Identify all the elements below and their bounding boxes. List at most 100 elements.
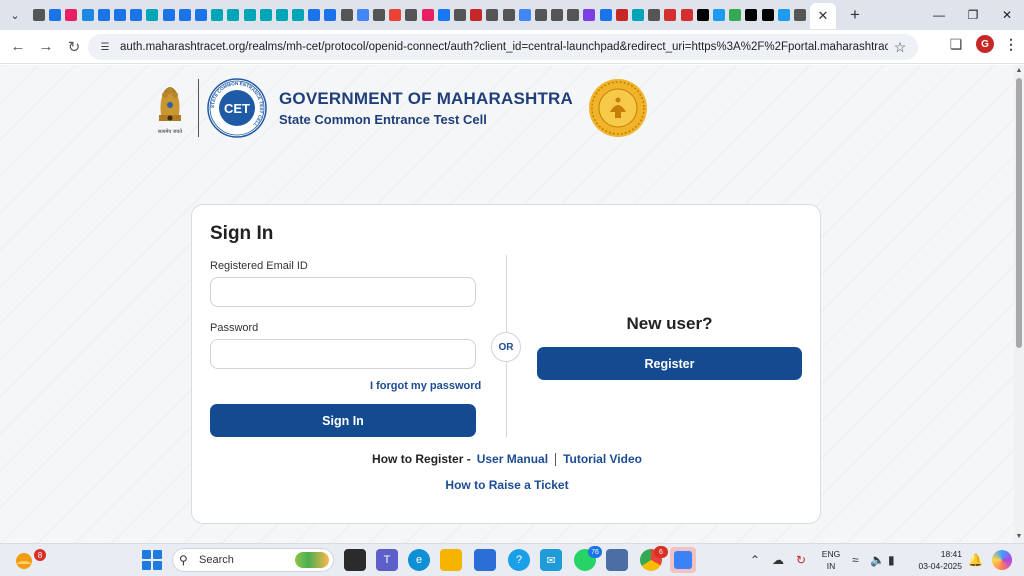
- tab-favicon-icon[interactable]: [47, 0, 63, 30]
- page-scrollbar[interactable]: ▲ ▼: [1014, 65, 1024, 543]
- file-explorer-icon[interactable]: [440, 549, 462, 571]
- tab-favicon-icon[interactable]: [727, 0, 743, 30]
- close-tab-icon[interactable]: ✕: [818, 8, 829, 24]
- raise-ticket-link[interactable]: How to Raise a Ticket: [445, 478, 568, 492]
- battery-icon[interactable]: ▮: [888, 553, 895, 567]
- tab-favicon-icon[interactable]: [743, 0, 759, 30]
- tab-favicon-icon[interactable]: [468, 0, 484, 30]
- tab-favicon-icon[interactable]: [452, 0, 468, 30]
- forgot-password-link[interactable]: I forgot my password: [370, 380, 481, 392]
- tab-favicon-icon[interactable]: [209, 0, 225, 30]
- tab-favicon-icon[interactable]: [533, 0, 549, 30]
- photos-app-icon[interactable]: [670, 547, 696, 573]
- copilot-icon[interactable]: [992, 550, 1012, 570]
- sync-icon[interactable]: ↻: [796, 553, 806, 567]
- mail-app-icon[interactable]: ✉: [540, 549, 562, 571]
- tray-chevron-up-icon[interactable]: ⌃: [750, 553, 760, 567]
- tab-favicon-icon[interactable]: [646, 0, 662, 30]
- tab-favicon-icon[interactable]: [80, 0, 96, 30]
- tab-favicon-icon[interactable]: [565, 0, 581, 30]
- tab-favicon-icon[interactable]: [339, 0, 355, 30]
- tab-favicon-icon[interactable]: [403, 0, 419, 30]
- notepad-icon[interactable]: [606, 549, 628, 571]
- tab-favicon-icon[interactable]: [630, 0, 646, 30]
- reload-icon[interactable]: ↻: [60, 33, 88, 61]
- active-tab[interactable]: ✕: [810, 3, 836, 29]
- windows-start-icon[interactable]: [142, 550, 162, 570]
- teams-icon[interactable]: T: [376, 549, 398, 571]
- profile-avatar[interactable]: G: [976, 35, 994, 53]
- tab-favicon-icon[interactable]: [290, 0, 306, 30]
- signin-button[interactable]: Sign In: [210, 404, 476, 437]
- tab-favicon-icon[interactable]: [371, 0, 387, 30]
- tab-favicon-icon[interactable]: [695, 0, 711, 30]
- tab-favicon-icon[interactable]: [614, 0, 630, 30]
- password-field[interactable]: [210, 339, 476, 369]
- tab-favicon-icon[interactable]: [500, 0, 516, 30]
- tab-favicon-icon[interactable]: [128, 0, 144, 30]
- whatsapp-icon[interactable]: 76: [574, 546, 602, 571]
- back-arrow-icon[interactable]: ←: [4, 33, 32, 61]
- restore-button[interactable]: ❐: [956, 0, 990, 30]
- tab-favicon-icon[interactable]: [598, 0, 614, 30]
- tab-favicon-icon[interactable]: [161, 0, 177, 30]
- tab-favicon-icon[interactable]: [776, 0, 792, 30]
- help-app-icon[interactable]: ?: [508, 549, 530, 571]
- notification-bell-icon[interactable]: 🔔: [968, 553, 983, 567]
- tab-favicon-icon[interactable]: [63, 0, 79, 30]
- language-indicator[interactable]: ENG IN: [818, 548, 844, 572]
- tab-favicon-icon[interactable]: [31, 0, 47, 30]
- user-manual-link[interactable]: User Manual: [477, 452, 548, 466]
- close-window-button[interactable]: ✕: [990, 0, 1024, 30]
- url-text[interactable]: auth.maharashtracet.org/realms/mh-cet/pr…: [120, 41, 888, 53]
- chrome-icon[interactable]: 6: [640, 546, 668, 571]
- tab-favicon-icon[interactable]: [662, 0, 678, 30]
- minimize-button[interactable]: —: [922, 0, 956, 30]
- tab-favicon-icon[interactable]: [581, 0, 597, 30]
- extensions-puzzle-icon[interactable]: ❏: [946, 34, 966, 54]
- tab-favicon-icon[interactable]: [792, 0, 808, 30]
- tab-favicon-icon[interactable]: [274, 0, 290, 30]
- tab-favicon-icon[interactable]: [258, 0, 274, 30]
- tab-search-chevron-down-icon[interactable]: ⌄: [3, 3, 27, 27]
- scroll-up-icon[interactable]: ▲: [1015, 67, 1023, 75]
- tab-favicon-icon[interactable]: [420, 0, 436, 30]
- tab-favicon-icon[interactable]: [306, 0, 322, 30]
- scroll-thumb[interactable]: [1016, 78, 1022, 348]
- email-field[interactable]: [210, 277, 476, 307]
- forward-arrow-icon[interactable]: →: [32, 33, 60, 61]
- clock[interactable]: 18:41 03-04-2025: [914, 548, 962, 572]
- volume-icon[interactable]: 🔈: [870, 553, 885, 567]
- register-button[interactable]: Register: [537, 347, 802, 380]
- tab-favicon-icon[interactable]: [112, 0, 128, 30]
- task-view-icon[interactable]: [344, 549, 366, 571]
- new-tab-button[interactable]: +: [844, 4, 866, 26]
- tab-favicon-icon[interactable]: [484, 0, 500, 30]
- address-bar[interactable]: ☰ auth.maharashtracet.org/realms/mh-cet/…: [88, 34, 918, 60]
- tab-favicon-icon[interactable]: [241, 0, 257, 30]
- onedrive-icon[interactable]: ☁: [772, 553, 784, 567]
- tab-favicon-icon[interactable]: [679, 0, 695, 30]
- tab-favicon-icon[interactable]: [549, 0, 565, 30]
- tab-favicon-icon[interactable]: [387, 0, 403, 30]
- site-info-icon[interactable]: ☰: [94, 42, 116, 53]
- edge-icon[interactable]: e: [408, 549, 430, 571]
- tab-favicon-icon[interactable]: [711, 0, 727, 30]
- tab-favicon-icon[interactable]: [759, 0, 775, 30]
- tab-favicon-icon[interactable]: [144, 0, 160, 30]
- tab-favicon-icon[interactable]: [225, 0, 241, 30]
- tab-favicon-icon[interactable]: [355, 0, 371, 30]
- tab-favicon-icon[interactable]: [436, 0, 452, 30]
- tab-favicon-icon[interactable]: [96, 0, 112, 30]
- store-icon[interactable]: [474, 549, 496, 571]
- menu-kebab-icon[interactable]: ⋮: [1004, 36, 1018, 53]
- tab-favicon-icon[interactable]: [517, 0, 533, 30]
- tutorial-video-link[interactable]: Tutorial Video: [563, 452, 642, 466]
- taskbar-search[interactable]: ⚲ Search: [172, 548, 334, 572]
- tab-favicon-icon[interactable]: [193, 0, 209, 30]
- wifi-icon[interactable]: ≈: [852, 553, 859, 567]
- tab-favicon-icon[interactable]: [177, 0, 193, 30]
- tab-favicon-icon[interactable]: [322, 0, 338, 30]
- weather-widget-icon[interactable]: 8: [12, 548, 46, 572]
- scroll-down-icon[interactable]: ▼: [1015, 533, 1023, 541]
